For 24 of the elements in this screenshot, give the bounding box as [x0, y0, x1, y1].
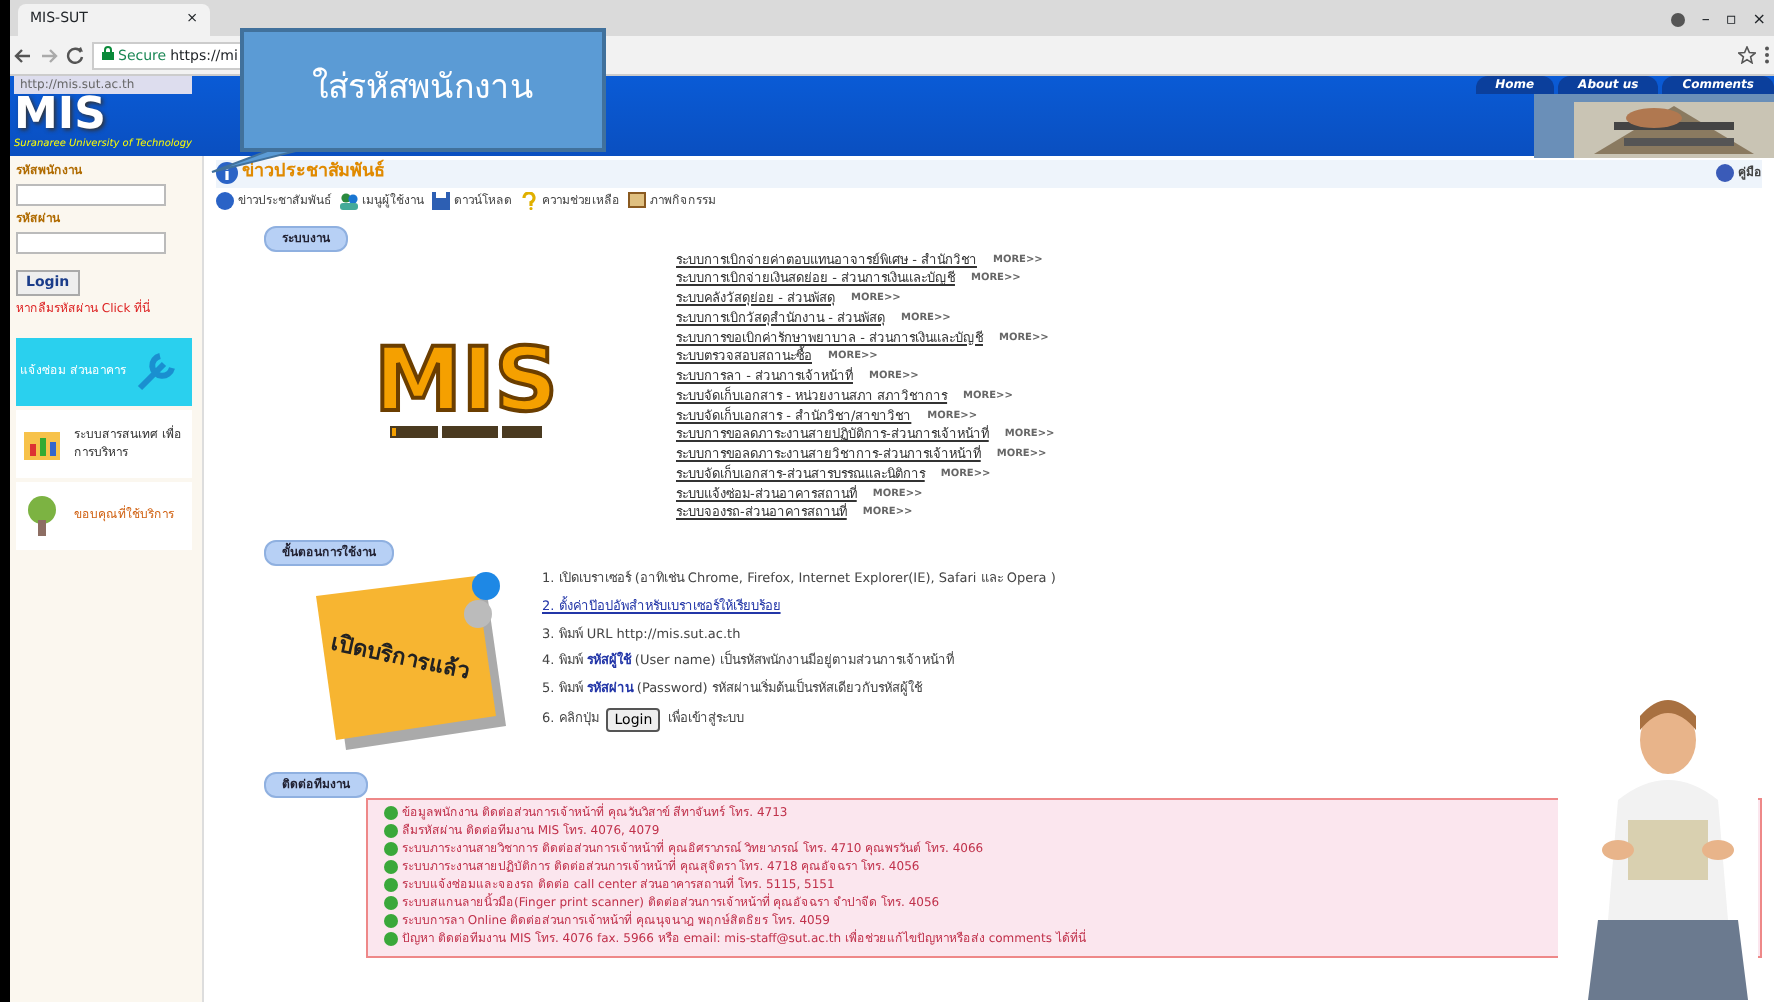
section-title: ข่าวประชาสัมพันธ์: [242, 160, 384, 186]
username-field[interactable]: [16, 184, 166, 206]
users-icon[interactable]: [340, 191, 358, 209]
bullet-icon: [384, 842, 398, 856]
bullet-icon: [384, 914, 398, 928]
mis-logo: MIS: [374, 337, 558, 426]
callout-tooltip: ใส่รหัสพนักงาน: [240, 28, 606, 152]
back-icon[interactable]: [14, 47, 32, 63]
photo-icon[interactable]: [628, 191, 646, 209]
reload-icon[interactable]: [66, 46, 84, 64]
window-button[interactable]: –: [1701, 8, 1710, 32]
star-icon[interactable]: [1738, 46, 1756, 64]
bullet-icon: [384, 860, 398, 874]
bullet-icon: [384, 896, 398, 910]
lock-icon: [102, 45, 114, 59]
bullet-icon: [384, 806, 398, 820]
bullet-icon: [384, 932, 398, 946]
window-button[interactable]: ▫: [1725, 8, 1737, 32]
password-field[interactable]: [16, 232, 166, 254]
window-button[interactable]: ×: [1752, 8, 1766, 32]
menu-icon[interactable]: [1764, 46, 1770, 64]
site-logo: MIS: [14, 94, 106, 138]
bullet-icon: [384, 824, 398, 838]
bullet-icon: [384, 878, 398, 892]
